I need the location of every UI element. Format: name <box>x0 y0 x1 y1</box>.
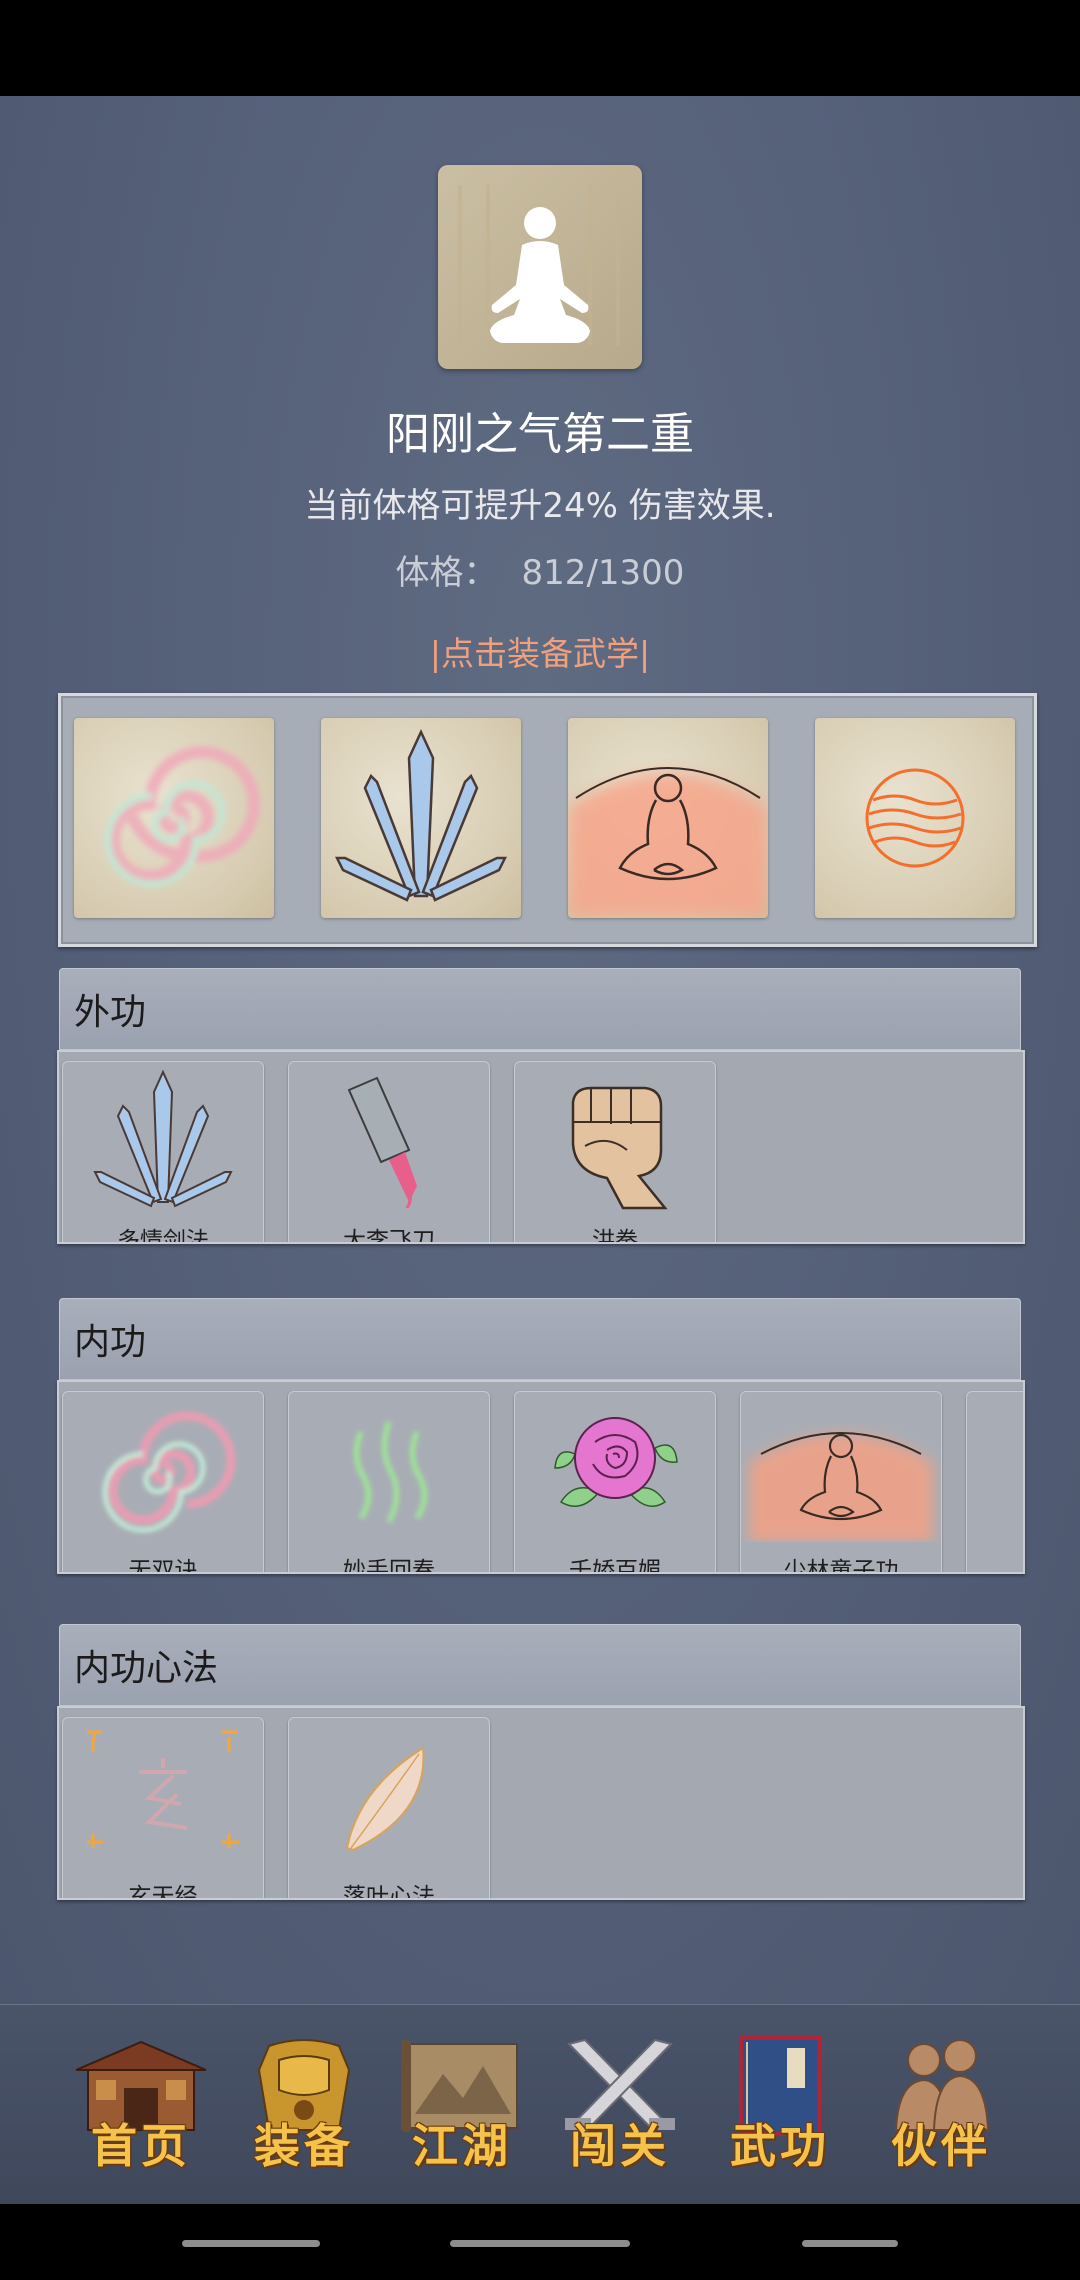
swirl-icon <box>104 746 260 888</box>
skill-name: 洪拳 <box>592 1228 638 1244</box>
section-header: 内功心法 <box>59 1624 1021 1706</box>
skill-name: 妙手回春 <box>343 1558 435 1574</box>
fist-icon <box>571 1086 668 1210</box>
skill-card[interactable]: 洪拳 <box>514 1061 716 1244</box>
equipped-slot[interactable] <box>568 718 768 918</box>
section-title: 内功 <box>74 1322 147 1363</box>
section-header: 外功 <box>59 968 1021 1050</box>
skill-card[interactable]: 落叶心法 <box>288 1717 490 1900</box>
section-title: 外功 <box>74 992 147 1033</box>
equipped-slot[interactable] <box>74 718 274 918</box>
skill-card[interactable]: 玄天经 <box>62 1717 264 1900</box>
green-waves-icon <box>353 1420 428 1524</box>
equipped-skills-panel <box>58 693 1037 947</box>
physique-value: 812/1300 <box>521 553 685 593</box>
nav-label: 江湖 <box>412 2119 512 2173</box>
status-bar <box>0 0 1080 96</box>
nav-label: 装备 <box>254 2119 354 2173</box>
nav-jianghu[interactable]: 江湖 <box>387 2030 537 2180</box>
skill-name: 少林童子功 <box>783 1558 899 1574</box>
realm-description: 当前体格可提升24% 伤害效果. <box>304 486 776 526</box>
home-handle[interactable] <box>450 2240 630 2247</box>
skill-name: 千娇百媚 <box>569 1558 661 1574</box>
skill-name: 无双诀 <box>128 1558 198 1574</box>
skill-list: 多情剑法 大李飞刀 洪拳 <box>57 1050 1025 1244</box>
skill-list: 无双诀 妙手回春 千娇百媚 少林童子功 <box>57 1380 1025 1574</box>
nav-companions[interactable]: 伙伴 <box>866 2030 1016 2180</box>
equip-hint-link[interactable]: |点击装备武学| <box>0 627 1080 675</box>
nav-label: 武功 <box>730 2119 830 2173</box>
swirl-icon <box>102 1411 236 1533</box>
section-title: 内功心法 <box>74 1648 219 1689</box>
skill-card[interactable]: 大李飞刀 <box>288 1061 490 1244</box>
section-header: 内功 <box>59 1298 1021 1380</box>
meditation-avatar[interactable] <box>438 165 642 369</box>
skill-card[interactable]: 少林童子功 <box>740 1391 942 1574</box>
sword-fan-icon <box>334 729 508 902</box>
nav-home[interactable]: 首页 <box>66 2030 216 2180</box>
skill-card[interactable]: 多情剑法 <box>62 1061 264 1244</box>
nav-label: 首页 <box>91 2119 191 2173</box>
equipped-slot[interactable] <box>321 718 521 918</box>
fire-sphere-icon <box>865 768 965 868</box>
nav-martial-arts[interactable]: 武功 <box>705 2030 855 2180</box>
nav-equipment[interactable]: 装备 <box>229 2030 379 2180</box>
flying-knife-icon <box>347 1076 417 1209</box>
rose-icon <box>554 1417 678 1507</box>
physique-label: 体格： <box>395 553 498 593</box>
recents-handle[interactable] <box>182 2240 320 2247</box>
nav-label: 闯关 <box>570 2119 670 2173</box>
skill-name: 多情剑法 <box>117 1228 209 1244</box>
meditation-silhouette-icon <box>458 185 620 345</box>
skill-name: 大李飞刀 <box>343 1228 435 1244</box>
meditating-monk-icon <box>568 767 768 918</box>
equipped-slot[interactable] <box>815 718 1015 918</box>
physique-stat: 体格： 812/1300 <box>0 545 1080 594</box>
leaf-icon <box>345 1746 425 1852</box>
skill-card[interactable]: 千娇百媚 <box>514 1391 716 1574</box>
meditating-monk-icon <box>749 1432 933 1542</box>
realm-title: 阳刚之气第二重 <box>386 409 694 460</box>
skill-card[interactable]: 无双诀 <box>62 1391 264 1574</box>
skill-list: 玄天经 落叶心法 <box>57 1706 1025 1900</box>
nav-challenge[interactable]: 闯关 <box>545 2030 695 2180</box>
skill-card[interactable]: 妙手回春 <box>288 1391 490 1574</box>
xuan-glyph-icon <box>87 1730 239 1848</box>
nav-label: 伙伴 <box>891 2119 991 2173</box>
skill-name: 玄天经 <box>128 1884 198 1900</box>
sword-fan-icon <box>93 1069 233 1208</box>
skill-card[interactable] <box>966 1391 1023 1572</box>
skill-name: 落叶心法 <box>343 1884 435 1900</box>
back-handle[interactable] <box>802 2240 898 2247</box>
